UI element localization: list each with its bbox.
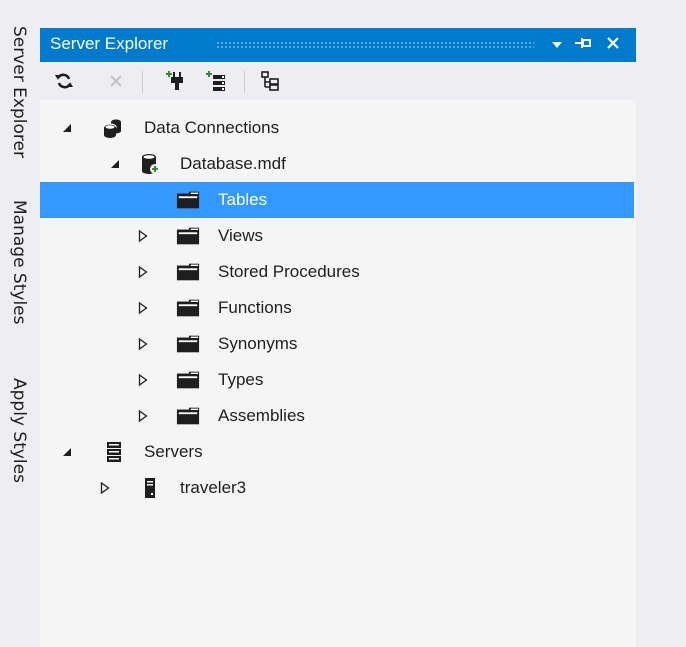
refresh-icon[interactable] bbox=[52, 69, 76, 93]
folder-icon bbox=[176, 332, 200, 356]
folder-icon bbox=[176, 260, 200, 284]
tree-item-database-mdf[interactable]: Database.mdf bbox=[40, 146, 634, 182]
tree-item-traveler3[interactable]: traveler3 bbox=[40, 470, 634, 506]
tree-item-types[interactable]: Types bbox=[40, 362, 634, 398]
side-tab-apply-styles[interactable]: Apply Styles bbox=[8, 378, 30, 483]
close-icon[interactable] bbox=[602, 33, 624, 57]
title-grip bbox=[216, 41, 534, 49]
server-explorer-tree: Data Connections Database.mdf Tables Vie… bbox=[40, 100, 636, 647]
collapsed-arrow-icon[interactable] bbox=[136, 228, 150, 244]
tree-item-functions[interactable]: Functions bbox=[40, 290, 634, 326]
folder-icon bbox=[176, 404, 200, 428]
tree-item-views[interactable]: Views bbox=[40, 218, 634, 254]
folder-icon bbox=[176, 224, 200, 248]
folder-icon bbox=[176, 368, 200, 392]
folder-icon bbox=[176, 188, 200, 212]
stop-icon[interactable] bbox=[104, 69, 128, 93]
collapsed-arrow-icon[interactable] bbox=[136, 336, 150, 352]
servers-icon bbox=[102, 440, 126, 464]
toolbar bbox=[40, 62, 636, 100]
side-tab-server-explorer[interactable]: Server Explorer bbox=[8, 26, 30, 158]
panel-title: Server Explorer bbox=[50, 34, 169, 53]
tree-item-tables[interactable]: Tables bbox=[40, 182, 634, 218]
tree-item-label: Functions bbox=[218, 298, 292, 317]
tree-item-label: Data Connections bbox=[144, 118, 280, 137]
collapsed-arrow-icon[interactable] bbox=[136, 264, 150, 280]
toolbar-separator bbox=[244, 71, 245, 93]
tree-item-assemblies[interactable]: Assemblies bbox=[40, 398, 634, 434]
server-explorer-panel: Server Explorer Data Connections Databas… bbox=[40, 28, 636, 647]
collapsed-arrow-icon[interactable] bbox=[136, 408, 150, 424]
server-icon bbox=[138, 476, 162, 500]
view-hierarchy-icon[interactable] bbox=[258, 69, 282, 93]
tree-item-label: Synonyms bbox=[218, 334, 298, 353]
collapsed-arrow-icon[interactable] bbox=[136, 300, 150, 316]
tree-item-label: Assemblies bbox=[218, 406, 305, 425]
expanded-arrow-icon[interactable] bbox=[108, 156, 122, 172]
tree-item-data-connections[interactable]: Data Connections bbox=[40, 110, 634, 146]
folder-icon bbox=[176, 296, 200, 320]
side-tab-strip: Server Explorer Manage Styles Apply Styl… bbox=[0, 0, 40, 647]
database-icon bbox=[138, 152, 162, 176]
tree-item-label: Tables bbox=[218, 190, 268, 209]
tree-item-label: Types bbox=[218, 370, 264, 389]
tree-item-stored-procedures[interactable]: Stored Procedures bbox=[40, 254, 634, 290]
tree-item-label: Servers bbox=[144, 442, 203, 461]
pin-icon[interactable] bbox=[572, 33, 594, 57]
side-tab-manage-styles[interactable]: Manage Styles bbox=[8, 200, 30, 325]
tree-item-label: Views bbox=[218, 226, 264, 245]
connect-to-database-icon[interactable] bbox=[164, 69, 188, 93]
tree-item-servers[interactable]: Servers bbox=[40, 434, 634, 470]
tree-item-synonyms[interactable]: Synonyms bbox=[40, 326, 634, 362]
dropdown-icon[interactable] bbox=[546, 33, 568, 57]
expanded-arrow-icon[interactable] bbox=[60, 444, 74, 460]
data-connections-icon bbox=[100, 116, 124, 140]
tree-item-label: Database.mdf bbox=[180, 154, 286, 173]
collapsed-arrow-icon[interactable] bbox=[136, 372, 150, 388]
connect-to-server-icon[interactable] bbox=[204, 69, 228, 93]
panel-title-bar[interactable]: Server Explorer bbox=[40, 28, 636, 62]
collapsed-arrow-icon[interactable] bbox=[98, 480, 112, 496]
expanded-arrow-icon[interactable] bbox=[60, 120, 74, 136]
toolbar-separator bbox=[142, 71, 143, 93]
tree-item-label: traveler3 bbox=[180, 478, 247, 497]
tree-item-label: Stored Procedures bbox=[218, 262, 360, 281]
